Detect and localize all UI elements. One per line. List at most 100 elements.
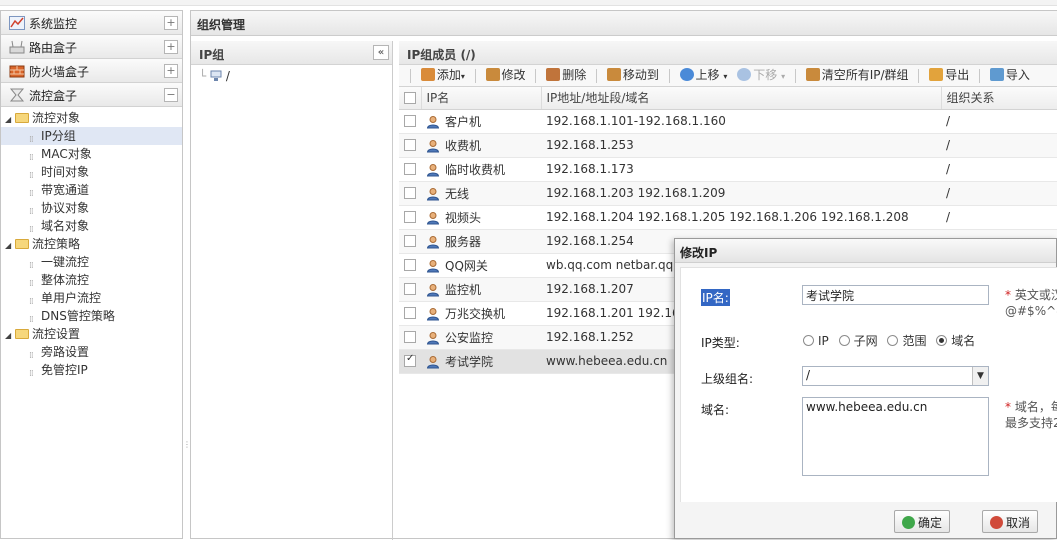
row-org: /: [941, 109, 1057, 134]
domain-label: 域名:: [701, 403, 730, 417]
expand-icon[interactable]: +: [164, 64, 178, 78]
radio-domain[interactable]: 域名: [936, 334, 981, 348]
ok-button[interactable]: 确定: [894, 510, 951, 533]
sidebar: 系统监控 + 路由盒子 + 防火墙盒子 + 流控盒子 − ◢ 流控对象 ⁞⁞ IP分…: [0, 10, 183, 539]
column-header-org[interactable]: 组织关系: [941, 87, 1057, 110]
row-checkbox[interactable]: [399, 205, 421, 230]
tree-item-mac-object[interactable]: ⁞⁞ MAC对象: [1, 145, 182, 163]
row-checkbox[interactable]: [399, 253, 421, 278]
dropdown-arrow-icon: ▾: [460, 72, 465, 81]
tree-item-bypass-settings[interactable]: ⁞⁞ 旁路设置: [1, 343, 182, 361]
row-checkbox[interactable]: [399, 301, 421, 326]
toolbar-separator: [979, 69, 981, 83]
radio-ip[interactable]: IP: [803, 334, 835, 348]
row-checkbox[interactable]: [399, 109, 421, 134]
tree-item-bandwidth-channel[interactable]: ⁞⁞ 带宽通道: [1, 181, 182, 199]
user-icon: [426, 139, 440, 152]
table-row[interactable]: 客户机 192.168.1.101-192.168.1.160/: [399, 109, 1057, 134]
tree-item-time-object[interactable]: ⁞⁞ 时间对象: [1, 163, 182, 181]
row-checkbox[interactable]: [399, 157, 421, 182]
edit-ip-dialog: 修改IP IP名: 考试学院 * 英文或汉@#$%^& IP类型: IP 子网 …: [674, 238, 1057, 539]
network-icon: [210, 70, 222, 81]
user-icon: [426, 331, 440, 344]
row-checkbox[interactable]: [399, 349, 421, 374]
parent-group-select[interactable]: / ▼: [802, 366, 989, 386]
select-all-checkbox[interactable]: [399, 87, 422, 110]
column-header-address[interactable]: IP地址/地址段/域名: [541, 87, 942, 110]
row-ip-name: 视频头: [421, 205, 541, 230]
sidebar-section-firewall[interactable]: 防火墙盒子 +: [1, 59, 182, 83]
toolbar-separator: [794, 69, 796, 83]
move-up-button[interactable]: 上移 ▾: [677, 65, 731, 86]
tree-item-protocol-object[interactable]: ⁞⁞ 协议对象: [1, 199, 182, 217]
cancel-button[interactable]: 取消: [982, 510, 1039, 533]
folder-icon: [15, 113, 29, 123]
expand-icon[interactable]: +: [164, 40, 178, 54]
sidebar-section-label: 系统监控: [29, 17, 78, 31]
sidebar-section-system-monitor[interactable]: 系统监控 +: [1, 11, 182, 35]
tree-item-overall-control[interactable]: ⁞⁞ 整体流控: [1, 271, 182, 289]
collapse-panel-icon[interactable]: «: [373, 45, 389, 60]
clear-users-icon: [805, 68, 820, 81]
row-ip-name: 收费机: [421, 133, 541, 158]
domain-hint: * 域名，每 最多支持2: [1005, 400, 1057, 430]
clear-all-button[interactable]: 清空所有IP/群组: [803, 65, 912, 86]
move-to-button[interactable]: 移动到: [604, 65, 662, 86]
chevron-down-icon[interactable]: ▼: [972, 367, 988, 385]
row-ip-address: 192.168.1.253: [541, 133, 941, 158]
dialog-title[interactable]: 修改IP: [675, 239, 1056, 263]
ip-name-hint: * 英文或汉@#$%^&: [1005, 288, 1057, 318]
row-ip-name: 客户机: [421, 109, 541, 134]
sidebar-section-flow-control[interactable]: 流控盒子 −: [1, 83, 182, 107]
import-button[interactable]: 导入: [987, 65, 1033, 86]
table-row[interactable]: 视频头 192.168.1.204 192.168.1.205 192.168.1…: [399, 205, 1057, 230]
radio-range[interactable]: 范围: [887, 334, 932, 348]
tree-item-domain-object[interactable]: ⁞⁞ 域名对象: [1, 217, 182, 235]
move-down-button[interactable]: 下移 ▾: [734, 65, 788, 86]
tree-folder-flow-settings[interactable]: ◢ 流控设置: [1, 325, 182, 343]
table-row[interactable]: 无线 192.168.1.203 192.168.1.209/: [399, 181, 1057, 206]
user-icon: [426, 235, 440, 248]
ip-members-header: IP组成员 (/): [399, 41, 1057, 65]
splitter-handle[interactable]: ⋮: [183, 440, 191, 449]
top-strip: [0, 0, 1057, 6]
row-checkbox[interactable]: [399, 181, 421, 206]
edit-button[interactable]: 修改: [483, 65, 529, 86]
expand-icon[interactable]: +: [164, 16, 178, 30]
tree-item-dns-policy[interactable]: ⁞⁞ DNS管控策略: [1, 307, 182, 325]
check-circle-icon: [902, 516, 915, 529]
tree-item-one-key-control[interactable]: ⁞⁞ 一键流控: [1, 253, 182, 271]
row-checkbox[interactable]: [399, 133, 421, 158]
nav-tree: ◢ 流控对象 ⁞⁞ IP分组 ⁞⁞ MAC对象 ⁞⁞ 时间对象 ⁞⁞ 带宽通道 ⁞⁞ 协议对…: [1, 107, 182, 379]
add-button[interactable]: 添加▾: [418, 65, 468, 86]
sidebar-section-router[interactable]: 路由盒子 +: [1, 35, 182, 59]
row-ip-name: 无线: [421, 181, 541, 206]
export-button[interactable]: 导出: [926, 65, 972, 86]
row-checkbox[interactable]: [399, 229, 421, 254]
ip-group-header: IP组 «: [191, 41, 392, 65]
domain-textarea[interactable]: www.hebeea.edu.cn: [802, 397, 989, 476]
toolbar-separator: [535, 69, 537, 83]
tree-item-single-user-control[interactable]: ⁞⁞ 单用户流控: [1, 289, 182, 307]
ip-name-input[interactable]: 考试学院: [802, 285, 989, 305]
collapse-icon[interactable]: −: [164, 88, 178, 102]
tree-root-node[interactable]: └ /: [191, 69, 392, 83]
table-row[interactable]: 收费机 192.168.1.253/: [399, 133, 1057, 158]
row-ip-address: 192.168.1.101-192.168.1.160: [541, 109, 941, 134]
tree-item-exempt-ip[interactable]: ⁞⁞ 免管控IP: [1, 361, 182, 379]
row-ip-name: 临时收费机: [421, 157, 541, 182]
column-header-name[interactable]: IP名: [421, 87, 542, 110]
tree-folder-flow-objects[interactable]: ◢ 流控对象: [1, 109, 182, 127]
leaf-icon: ⁞⁞: [29, 369, 34, 379]
table-row[interactable]: 临时收费机 192.168.1.173/: [399, 157, 1057, 182]
radio-subnet[interactable]: 子网: [838, 334, 884, 348]
folder-icon: [15, 239, 29, 249]
delete-button[interactable]: 删除: [543, 65, 589, 86]
toolbar-separator: [918, 69, 920, 83]
tree-item-ip-group[interactable]: ⁞⁞ IP分组: [1, 127, 182, 145]
tree-folder-flow-policy[interactable]: ◢ 流控策略: [1, 235, 182, 253]
user-icon: [426, 307, 440, 320]
row-checkbox[interactable]: [399, 277, 421, 302]
row-checkbox[interactable]: [399, 325, 421, 350]
arrow-up-icon: [679, 68, 694, 81]
